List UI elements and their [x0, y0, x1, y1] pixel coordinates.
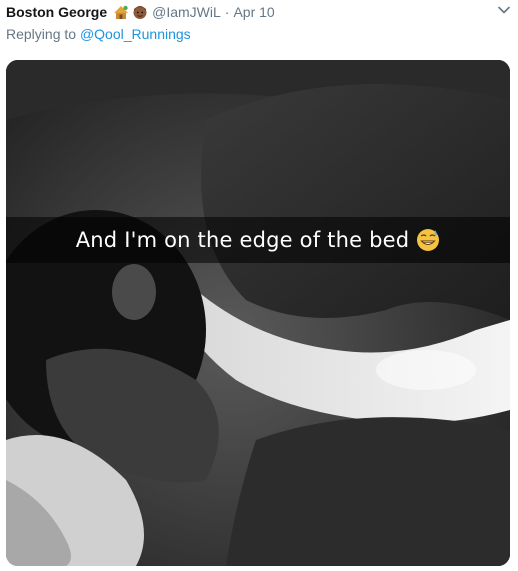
- man-emoji-icon: [133, 6, 147, 19]
- author-emojis: [113, 4, 148, 20]
- grimacing-sweat-face-icon: [417, 229, 440, 251]
- caption-bar: And I'm on the edge of the bed: [6, 217, 510, 263]
- replying-to-label: Replying to: [6, 26, 77, 42]
- chevron-down-icon: [498, 6, 510, 14]
- house-with-tree-emoji-icon: [114, 5, 129, 19]
- replying-to-link[interactable]: @Qool_Runnings: [80, 26, 191, 42]
- separator-dot: ·: [224, 4, 230, 20]
- tweet-date[interactable]: Apr 10: [233, 4, 274, 20]
- tweet-media-image[interactable]: And I'm on the edge of the bed: [6, 60, 510, 566]
- tweet-header: Boston George @IamJWiL · Apr 10: [6, 2, 512, 22]
- caption-text: And I'm on the edge of the bed: [75, 228, 410, 252]
- replying-to-line: Replying to @Qool_Runnings: [6, 26, 191, 42]
- photo-image: [6, 60, 510, 566]
- more-options-button[interactable]: [494, 0, 514, 20]
- author-handle[interactable]: @IamJWiL: [152, 4, 221, 20]
- author-name[interactable]: Boston George: [6, 4, 107, 20]
